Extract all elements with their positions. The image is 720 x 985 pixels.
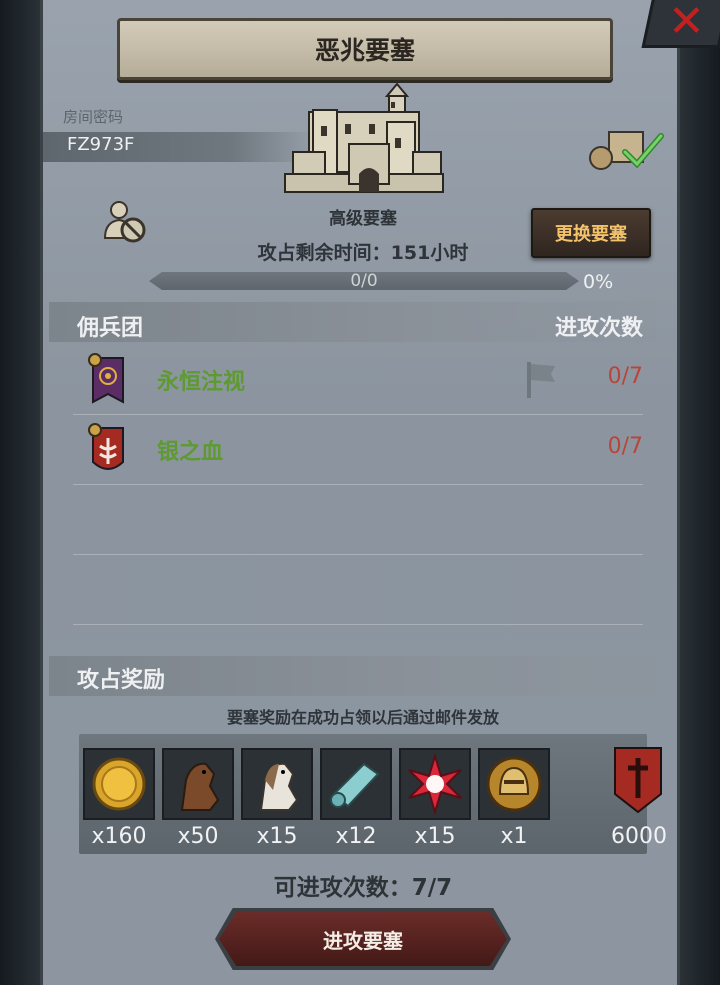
reward-qty: 6000 bbox=[611, 824, 667, 849]
empty-row bbox=[73, 554, 643, 625]
reward-qty: x12 bbox=[335, 824, 377, 849]
mercenary-attack-count: 0/7 bbox=[607, 434, 643, 459]
reward-qty: x1 bbox=[500, 824, 528, 849]
reward-qty: x160 bbox=[91, 824, 147, 849]
close-icon[interactable]: ✕ bbox=[668, 0, 705, 47]
brown-horse-icon bbox=[180, 762, 220, 811]
room-code-label: 房间密码 bbox=[63, 108, 124, 126]
flag-icon[interactable] bbox=[525, 360, 559, 400]
dialog-title: 恶兆要塞 bbox=[117, 18, 613, 80]
supply-claimed-icon[interactable] bbox=[587, 124, 667, 174]
guild-banner-icon bbox=[88, 423, 124, 470]
mercenary-name: 银之血 bbox=[157, 440, 224, 465]
guild-banner-icon bbox=[88, 353, 124, 404]
reward-heading: 攻占奖励 bbox=[77, 668, 166, 693]
reward-item[interactable] bbox=[162, 748, 234, 820]
mercenary-name: 永恒注视 bbox=[157, 370, 246, 395]
mercenary-row[interactable]: 银之血 0/7 bbox=[73, 414, 643, 485]
background-left bbox=[0, 0, 40, 985]
reward-item[interactable] bbox=[320, 748, 392, 820]
reward-qty: x15 bbox=[414, 824, 456, 849]
room-code-value: FZ973F bbox=[67, 134, 135, 155]
castle-icon bbox=[284, 82, 444, 193]
reward-list: x160 x50 x15 x12 x15 x1 6000 bbox=[79, 734, 667, 854]
reward-qty: x15 bbox=[256, 824, 298, 849]
fortress-dialog: 恶兆要塞 ✕ 房间密码 FZ973F 高级要塞 更换要塞 攻占剩余时间：151小… bbox=[40, 0, 720, 985]
background-right bbox=[680, 0, 720, 985]
mercenary-attack-count: 0/7 bbox=[607, 364, 643, 389]
knight-helmet-medal-icon bbox=[486, 756, 542, 812]
reward-note: 要塞奖励在成功占领以后通过邮件发放 bbox=[226, 708, 499, 727]
capture-progress-bar: 0/0 bbox=[149, 272, 579, 290]
available-attack-count: 可进攻次数：7/7 bbox=[273, 875, 453, 901]
close-button[interactable]: ✕ bbox=[641, 0, 720, 48]
reward-item[interactable] bbox=[399, 748, 471, 820]
guild-shield-icon[interactable] bbox=[611, 744, 665, 816]
capture-progress-text: 0/0 bbox=[350, 271, 378, 291]
white-horse-icon bbox=[259, 762, 299, 811]
attack-fortress-button[interactable]: 进攻要塞 bbox=[219, 912, 507, 966]
reward-item[interactable] bbox=[478, 748, 550, 820]
star-crystal-icon bbox=[408, 752, 462, 816]
capture-progress-percent: 0% bbox=[583, 271, 614, 293]
attack-count-heading: 进攻次数 bbox=[554, 316, 643, 341]
cloth-scroll-icon bbox=[330, 762, 380, 808]
empty-row bbox=[73, 484, 643, 555]
gold-coin-icon bbox=[92, 757, 146, 811]
mercenary-row[interactable]: 永恒注视 0/7 bbox=[73, 344, 643, 415]
reward-qty: x50 bbox=[177, 824, 219, 849]
remaining-time: 攻占剩余时间：151小时 bbox=[257, 242, 469, 264]
mercenary-heading: 佣兵团 bbox=[77, 316, 144, 341]
reward-item[interactable] bbox=[241, 748, 313, 820]
reward-item[interactable] bbox=[83, 748, 155, 820]
